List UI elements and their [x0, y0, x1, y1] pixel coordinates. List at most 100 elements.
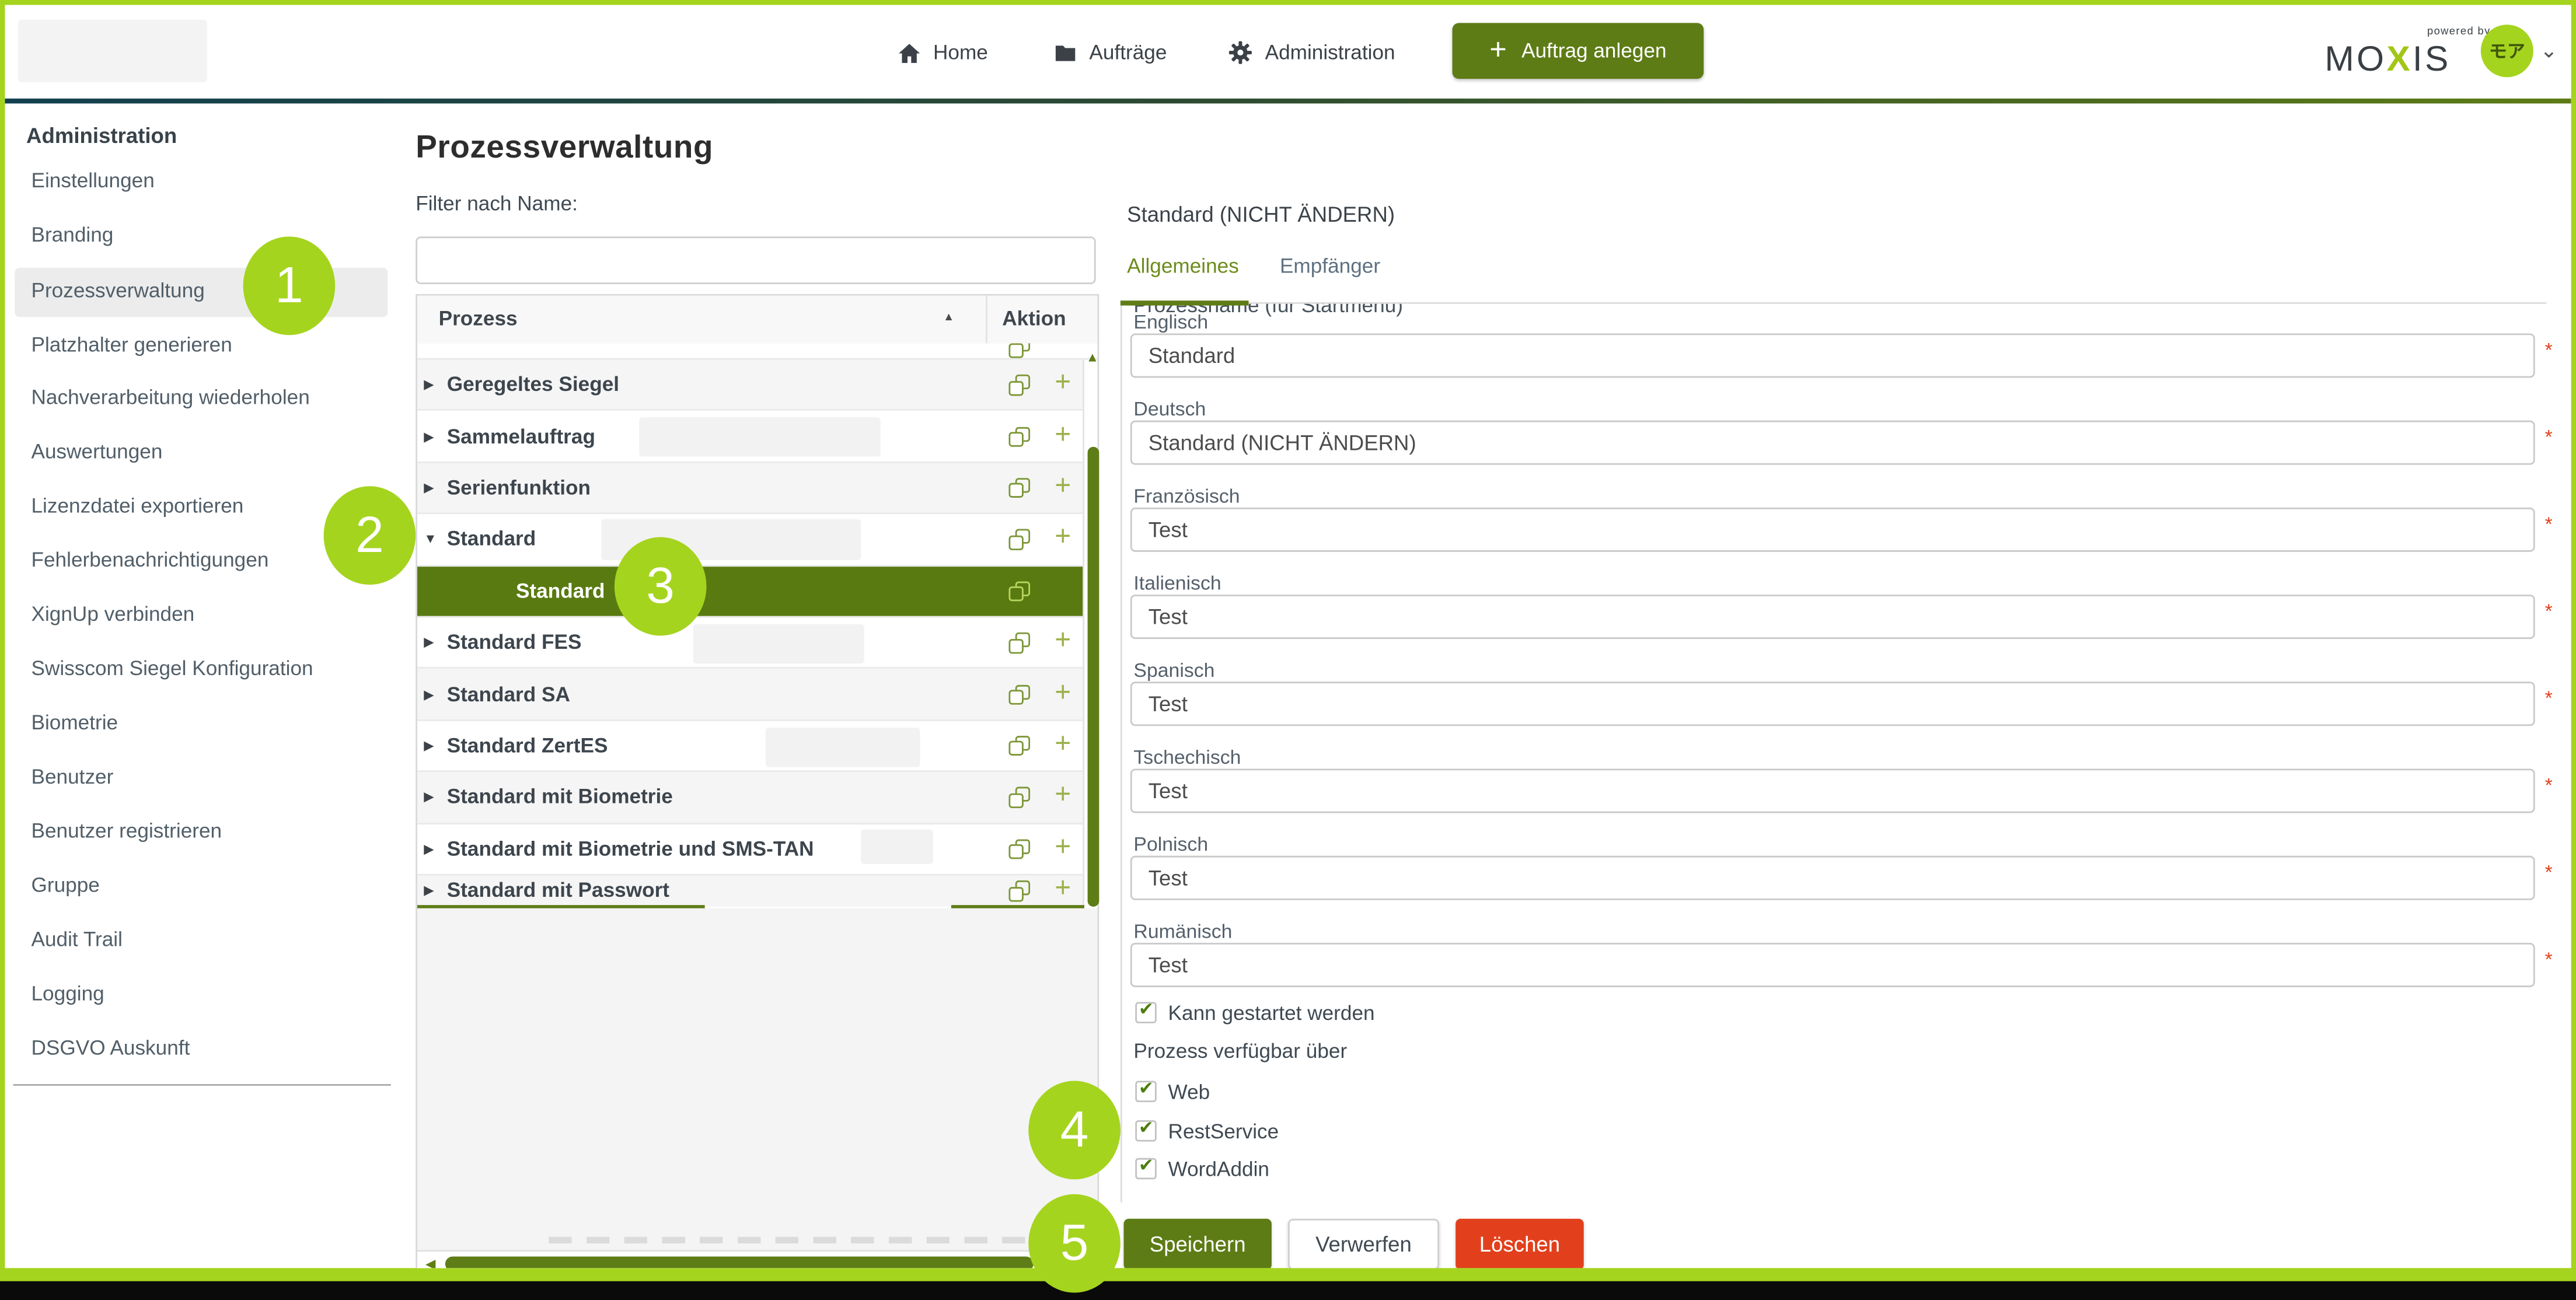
collapse-icon[interactable]: ▼ [424, 532, 437, 547]
chevron-down-icon[interactable]: ⌄ [2540, 38, 2558, 64]
expand-icon[interactable]: ▶ [424, 687, 434, 701]
table-row-standard-biometrie[interactable]: ▶ Standard mit Biometrie + [417, 773, 1083, 824]
copy-icon[interactable] [1008, 839, 1030, 861]
scroll-up-icon[interactable]: ▲ [1086, 350, 1099, 365]
add-icon[interactable]: + [1055, 677, 1071, 705]
sidebar-item-branding[interactable]: Branding [31, 223, 113, 250]
expand-icon[interactable]: ▶ [424, 883, 434, 897]
table-row-serienfunktion[interactable]: ▶ Serienfunktion + [417, 463, 1083, 514]
expand-icon[interactable]: ▶ [424, 480, 434, 495]
sidebar-item-biometrie[interactable]: Biometrie [31, 711, 118, 738]
table-row-sammelauftrag[interactable]: ▶ Sammelauftrag + [417, 411, 1083, 463]
scroll-left-icon[interactable]: ◀ [425, 1257, 435, 1268]
annotation-badge-3: 3 [615, 537, 707, 636]
copy-icon[interactable] [1008, 736, 1030, 757]
nav-administration[interactable]: Administration [1227, 33, 1395, 72]
sort-asc-icon[interactable]: ▲ [943, 312, 955, 324]
tab-empfaenger[interactable]: Empfänger [1280, 254, 1380, 277]
add-icon[interactable]: + [1055, 626, 1071, 654]
expand-icon[interactable]: ▶ [424, 429, 434, 443]
add-icon[interactable]: + [1055, 833, 1071, 861]
expand-icon[interactable]: ▶ [424, 841, 434, 856]
filter-input[interactable] [416, 236, 1095, 284]
sidebar-item-swisscom[interactable]: Swisscom Siegel Konfiguration [31, 657, 313, 683]
column-header-prozess[interactable]: Prozess [439, 307, 518, 330]
add-icon[interactable]: + [1055, 781, 1071, 809]
sidebar-item-auswertungen[interactable]: Auswertungen [31, 440, 162, 466]
field-input-franzoesisch[interactable] [1130, 508, 2535, 552]
field-input-italienisch[interactable] [1130, 595, 2535, 639]
copy-icon[interactable] [1008, 880, 1030, 902]
delete-button[interactable]: Löschen [1455, 1219, 1584, 1268]
table-row-standard-selected[interactable]: Standard [417, 566, 1083, 617]
nav-home[interactable]: Home [897, 33, 988, 72]
copy-icon[interactable] [1008, 375, 1030, 396]
sidebar-item-benutzer[interactable]: Benutzer [31, 766, 113, 792]
avatar[interactable]: モア [2481, 25, 2533, 77]
table-row-standard-parent[interactable]: ▼ Standard + [417, 515, 1083, 566]
copy-icon[interactable] [1008, 632, 1030, 654]
table-row-standard-sa[interactable]: ▶ Standard SA + [417, 669, 1083, 721]
expand-icon[interactable]: ▶ [424, 635, 434, 650]
sidebar-item-prozessverwaltung[interactable]: Prozessverwaltung [31, 279, 204, 306]
field-input-rumaenisch[interactable] [1130, 943, 2535, 987]
copy-icon[interactable] [1008, 530, 1030, 551]
copy-icon[interactable] [1008, 684, 1030, 706]
nav-administration-label: Administration [1265, 41, 1395, 64]
checkbox-label-web: Web [1168, 1081, 1210, 1105]
sidebar-item-gruppe[interactable]: Gruppe [31, 874, 99, 900]
expand-icon[interactable]: ▶ [424, 378, 434, 392]
expand-icon[interactable]: ▶ [424, 738, 434, 753]
sidebar-item-platzhalter[interactable]: Platzhalter generieren [31, 333, 232, 359]
sidebar-item-audit-trail[interactable]: Audit Trail [31, 928, 123, 955]
field-label-spanisch: Spanisch [1133, 659, 1214, 682]
field-input-deutsch[interactable] [1130, 421, 2535, 465]
checkbox-kann-gestartet[interactable]: ✔ [1135, 1002, 1157, 1023]
copy-icon[interactable] [1008, 427, 1030, 448]
sidebar-item-logging[interactable]: Logging [31, 982, 104, 1008]
add-icon[interactable]: + [1055, 420, 1071, 448]
field-input-englisch[interactable] [1130, 333, 2535, 378]
table-row-standard-biometrie-smstan[interactable]: ▶ Standard mit Biometrie und SMS-TAN + [417, 824, 1083, 875]
sidebar-item-einstellungen[interactable]: Einstellungen [31, 169, 154, 195]
sidebar-item-xignup[interactable]: XignUp verbinden [31, 603, 194, 629]
sidebar-item-dsgvo[interactable]: DSGVO Auskunft [31, 1036, 190, 1063]
field-input-polnisch[interactable] [1130, 856, 2535, 900]
save-button[interactable]: Speichern [1124, 1219, 1272, 1268]
vertical-scrollbar-thumb[interactable] [1087, 447, 1098, 907]
create-order-button[interactable]: + Auftrag anlegen [1453, 23, 1704, 79]
field-input-spanisch[interactable] [1130, 682, 2535, 726]
discard-button[interactable]: Verwerfen [1288, 1219, 1439, 1268]
add-icon[interactable]: + [1055, 368, 1071, 396]
nav-auftraege[interactable]: Aufträge [1053, 33, 1167, 72]
check-icon: ✔ [1139, 1155, 1154, 1176]
annotation-badge-4: 4 [1028, 1081, 1121, 1179]
add-icon[interactable]: + [1055, 523, 1071, 551]
section-heading-clipped: Prozessname (für Startmenü) [1133, 304, 1823, 320]
table-row-geregeltes-siegel[interactable]: ▶ Geregeltes Siegel + [417, 360, 1083, 411]
sidebar-item-fehlerbenachrichtigungen[interactable]: Fehlerbenachrichtigungen [31, 548, 268, 575]
table-row-standard-fes[interactable]: ▶ Standard FES + [417, 617, 1083, 669]
annotation-badge-5: 5 [1028, 1194, 1121, 1293]
table-row-standard-zertes[interactable]: ▶ Standard ZertES + [417, 721, 1083, 772]
checkbox-wordaddin[interactable]: ✔ [1135, 1158, 1157, 1180]
sidebar-item-nachverarbeitung[interactable]: Nachverarbeitung wiederholen [31, 386, 309, 413]
sidebar-item-benutzer-registrieren[interactable]: Benutzer registrieren [31, 820, 222, 846]
copy-icon[interactable] [1008, 787, 1030, 809]
expand-icon[interactable]: ▶ [424, 790, 434, 805]
add-icon[interactable]: + [1055, 875, 1071, 901]
horizontal-scrollbar-thumb[interactable] [445, 1256, 1034, 1268]
tab-allgemeines[interactable]: Allgemeines [1127, 254, 1239, 277]
checkbox-label-kann-gestartet: Kann gestartet werden [1168, 1002, 1375, 1026]
copy-icon[interactable] [1008, 581, 1030, 603]
table-row-standard-passwort[interactable]: ▶ Standard mit Passwort + [417, 875, 1083, 906]
add-icon[interactable]: + [1055, 471, 1071, 499]
sidebar-item-lizenzdatei[interactable]: Lizenzdatei exportieren [31, 494, 243, 520]
redacted-text [766, 728, 920, 767]
field-input-tschechisch[interactable] [1130, 768, 2535, 813]
header-divider [5, 99, 2571, 103]
checkbox-restservice[interactable]: ✔ [1135, 1120, 1157, 1142]
checkbox-web[interactable]: ✔ [1135, 1081, 1157, 1102]
copy-icon[interactable] [1008, 478, 1030, 499]
add-icon[interactable]: + [1055, 729, 1071, 757]
